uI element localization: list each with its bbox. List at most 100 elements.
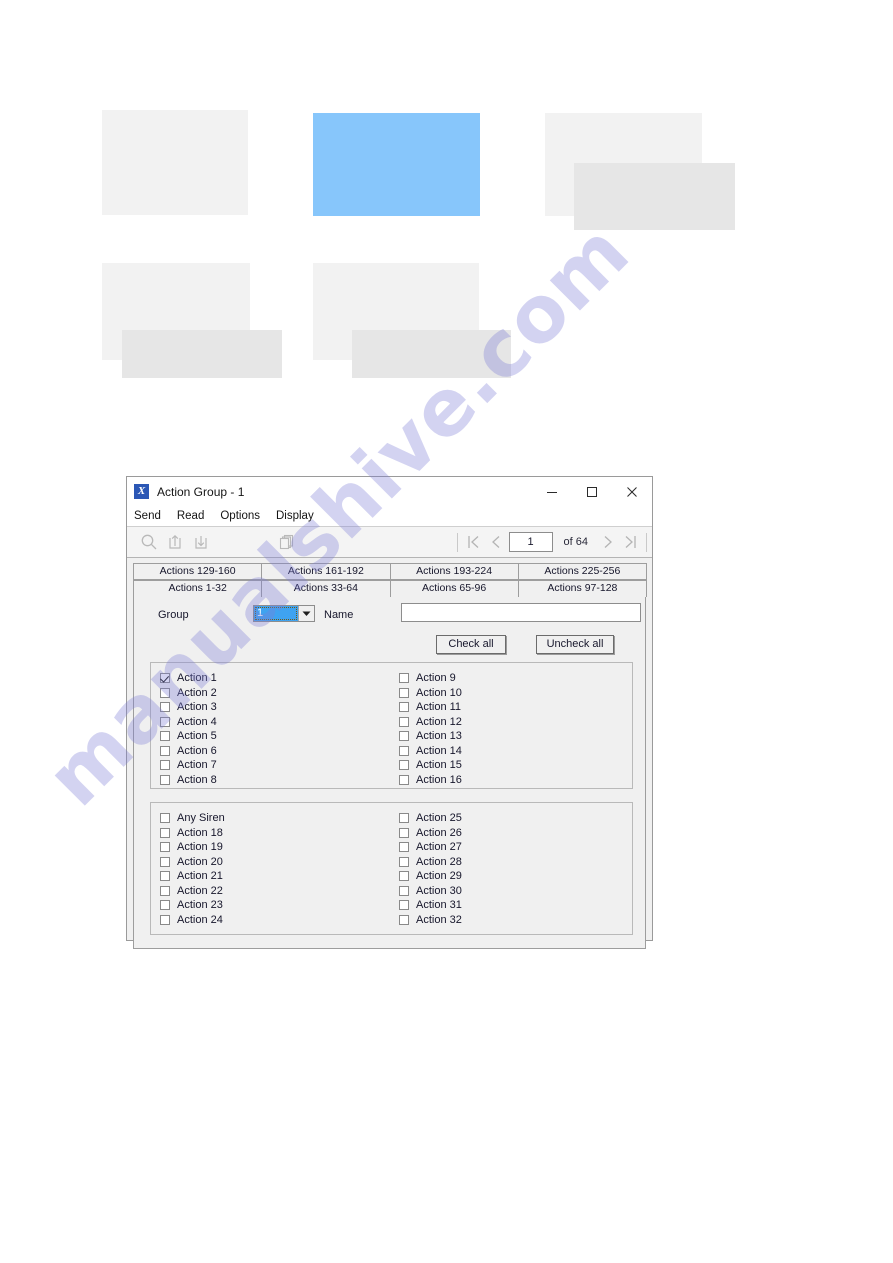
checkbox-item[interactable]: Action 23	[160, 898, 394, 913]
checkbox-unchecked-icon[interactable]	[399, 871, 409, 882]
checkbox-item[interactable]: Action 2	[160, 686, 394, 701]
checkbox-label: Action 20	[177, 855, 223, 868]
checkbox-unchecked-icon[interactable]	[160, 871, 170, 882]
checkbox-unchecked-icon[interactable]	[399, 716, 409, 727]
checkbox-unchecked-icon[interactable]	[160, 914, 170, 925]
tab-actions-1-32[interactable]: Actions 1-32	[133, 580, 263, 597]
tab-actions-97-128[interactable]: Actions 97-128	[517, 580, 647, 597]
upload-icon[interactable]	[162, 529, 188, 555]
checkbox-unchecked-icon[interactable]	[160, 774, 170, 785]
checkbox-item[interactable]: Any Siren	[160, 811, 394, 826]
checkbox-checked-icon[interactable]	[160, 673, 170, 684]
checkbox-unchecked-icon[interactable]	[399, 842, 409, 853]
checkbox-item[interactable]: Action 28	[399, 855, 632, 870]
checkbox-item[interactable]: Action 1	[160, 671, 394, 686]
checkbox-item[interactable]: Action 21	[160, 869, 394, 884]
checkbox-unchecked-icon[interactable]	[160, 760, 170, 771]
checkbox-item[interactable]: Action 30	[399, 884, 632, 899]
checkbox-unchecked-icon[interactable]	[160, 900, 170, 911]
checkbox-label: Action 23	[177, 899, 223, 912]
name-input[interactable]	[401, 603, 641, 622]
checkbox-unchecked-icon[interactable]	[399, 687, 409, 698]
checkbox-item[interactable]: Action 6	[160, 744, 394, 759]
menu-item-send[interactable]: Send	[134, 510, 161, 522]
tab-actions-193-224[interactable]: Actions 193-224	[389, 563, 519, 580]
maximize-icon[interactable]	[572, 477, 612, 506]
checkbox-unchecked-icon[interactable]	[160, 702, 170, 713]
checkbox-unchecked-icon[interactable]	[399, 813, 409, 824]
checkbox-unchecked-icon[interactable]	[399, 914, 409, 925]
checkbox-item[interactable]: Action 32	[399, 913, 632, 928]
checkbox-unchecked-icon[interactable]	[399, 900, 409, 911]
checkbox-label: Action 14	[416, 744, 462, 757]
checkbox-label: Action 24	[177, 913, 223, 926]
checkbox-item[interactable]: Action 13	[399, 729, 632, 744]
uncheck-all-button[interactable]: Uncheck all	[536, 635, 614, 654]
check-all-button[interactable]: Check all	[436, 635, 506, 654]
tab-actions-225-256[interactable]: Actions 225-256	[517, 563, 647, 580]
checkbox-unchecked-icon[interactable]	[160, 827, 170, 838]
page-total-label: of 64	[563, 536, 588, 548]
checkbox-item[interactable]: Action 22	[160, 884, 394, 899]
page-number-input[interactable]: 1	[508, 532, 553, 552]
next-page-icon[interactable]	[597, 529, 619, 555]
window-controls	[532, 477, 652, 506]
copy-icon[interactable]	[274, 529, 300, 555]
checkbox-unchecked-icon[interactable]	[399, 774, 409, 785]
checkbox-unchecked-icon[interactable]	[399, 885, 409, 896]
previous-page-icon[interactable]	[485, 529, 507, 555]
checkbox-item[interactable]: Action 20	[160, 855, 394, 870]
checkbox-item[interactable]: Action 5	[160, 729, 394, 744]
menu-item-display[interactable]: Display	[276, 510, 314, 522]
download-icon[interactable]	[188, 529, 214, 555]
checkbox-item[interactable]: Action 31	[399, 898, 632, 913]
menu-item-options[interactable]: Options	[220, 510, 260, 522]
checkbox-item[interactable]: Action 25	[399, 811, 632, 826]
checkbox-unchecked-icon[interactable]	[399, 673, 409, 684]
checkbox-item[interactable]: Action 9	[399, 671, 632, 686]
checkbox-unchecked-icon[interactable]	[160, 745, 170, 756]
checkbox-unchecked-icon[interactable]	[160, 856, 170, 867]
checkbox-item[interactable]: Action 14	[399, 744, 632, 759]
tab-actions-129-160[interactable]: Actions 129-160	[133, 563, 263, 580]
checkbox-item[interactable]: Action 10	[399, 686, 632, 701]
checkbox-item[interactable]: Action 15	[399, 758, 632, 773]
close-icon[interactable]	[612, 477, 652, 506]
checkbox-unchecked-icon[interactable]	[160, 813, 170, 824]
checkbox-unchecked-icon[interactable]	[399, 760, 409, 771]
checkbox-unchecked-icon[interactable]	[160, 687, 170, 698]
tab-actions-65-96[interactable]: Actions 65-96	[389, 580, 519, 597]
checkbox-unchecked-icon[interactable]	[399, 731, 409, 742]
checkbox-item[interactable]: Action 19	[160, 840, 394, 855]
checkbox-item[interactable]: Action 11	[399, 700, 632, 715]
minimize-icon[interactable]	[532, 477, 572, 506]
checkbox-label: Action 29	[416, 870, 462, 883]
checkbox-item[interactable]: Action 4	[160, 715, 394, 730]
menu-item-read[interactable]: Read	[177, 510, 205, 522]
checkbox-item[interactable]: Action 18	[160, 826, 394, 841]
checkbox-item[interactable]: Action 12	[399, 715, 632, 730]
tab-actions-33-64[interactable]: Actions 33-64	[261, 580, 391, 597]
checkbox-unchecked-icon[interactable]	[399, 856, 409, 867]
checkbox-unchecked-icon[interactable]	[160, 731, 170, 742]
checkbox-item[interactable]: Action 8	[160, 773, 394, 788]
chevron-down-icon[interactable]	[298, 606, 314, 621]
checkbox-item[interactable]: Action 27	[399, 840, 632, 855]
group-select[interactable]: 1	[253, 605, 315, 622]
checkbox-unchecked-icon[interactable]	[160, 842, 170, 853]
checkbox-item[interactable]: Action 3	[160, 700, 394, 715]
search-icon[interactable]	[136, 529, 162, 555]
checkbox-item[interactable]: Action 16	[399, 773, 632, 788]
checkbox-unchecked-icon[interactable]	[399, 745, 409, 756]
checkbox-unchecked-icon[interactable]	[399, 827, 409, 838]
checkbox-unchecked-icon[interactable]	[399, 702, 409, 713]
checkbox-unchecked-icon[interactable]	[160, 885, 170, 896]
checkbox-item[interactable]: Action 7	[160, 758, 394, 773]
checkbox-unchecked-icon[interactable]	[160, 716, 170, 727]
tab-actions-161-192[interactable]: Actions 161-192	[261, 563, 391, 580]
checkbox-item[interactable]: Action 29	[399, 869, 632, 884]
last-page-icon[interactable]	[619, 529, 641, 555]
checkbox-item[interactable]: Action 24	[160, 913, 394, 928]
first-page-icon[interactable]	[463, 529, 485, 555]
checkbox-item[interactable]: Action 26	[399, 826, 632, 841]
